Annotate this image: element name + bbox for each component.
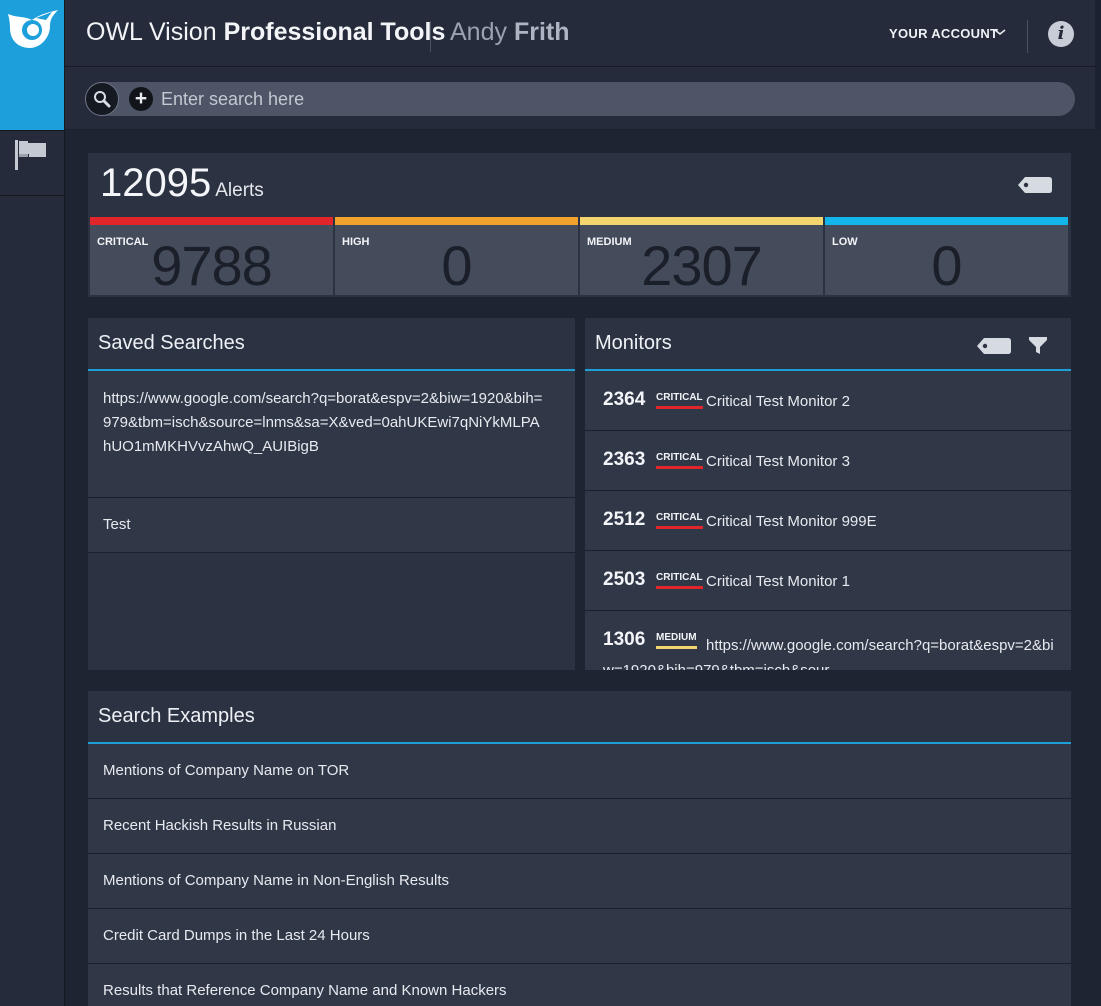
user-name: Andy Frith — [450, 18, 569, 47]
monitor-severity-badge: CRITICAL — [656, 452, 703, 469]
severity-bar — [580, 217, 823, 225]
panel-header: Saved Searches — [88, 318, 575, 371]
flag-icon[interactable] — [15, 140, 47, 175]
monitor-severity-badge: CRITICAL — [656, 572, 703, 589]
search-example-text: Mentions of Company Name on TOR — [103, 762, 350, 779]
saved-search-item[interactable]: Test — [88, 498, 575, 553]
rail-divider — [0, 130, 64, 131]
severity-count: 9788 — [151, 234, 273, 297]
severity-medium[interactable]: MEDIUM 2307 — [580, 217, 823, 297]
monitor-item[interactable]: 1306 MEDIUM https://www.google.com/searc… — [585, 611, 1071, 670]
search-button[interactable] — [85, 82, 119, 116]
top-header: OWL Vision Professional Tools Andy Frith… — [65, 0, 1095, 67]
saved-search-item[interactable]: https://www.google.com/search?q=borat&es… — [88, 371, 575, 498]
search-example-item[interactable]: Recent Hackish Results in Russian — [88, 799, 1071, 854]
add-icon[interactable]: + — [129, 87, 153, 111]
severity-bar — [825, 217, 1068, 225]
panel-title: Monitors — [595, 332, 672, 354]
search-example-item[interactable]: Mentions of Company Name in Non-English … — [88, 854, 1071, 909]
left-rail — [0, 0, 65, 1006]
panel-title: Saved Searches — [98, 332, 245, 354]
app-name-bold: Professional Tools — [223, 18, 446, 46]
app-title: OWL Vision Professional Tools — [86, 18, 445, 47]
search-bar: + — [85, 82, 1075, 116]
monitor-item[interactable]: 2512 CRITICAL Critical Test Monitor 999E — [585, 491, 1071, 551]
monitor-count: 2503 — [603, 569, 646, 590]
app-name-light: OWL Vision — [86, 18, 217, 46]
owl-icon — [8, 10, 58, 48]
severity-count: 2307 — [641, 234, 763, 297]
panel-header: Monitors — [585, 318, 1071, 371]
tag-icon[interactable] — [1018, 177, 1052, 193]
search-example-item[interactable]: Results that Reference Company Name and … — [88, 964, 1071, 1006]
saved-search-text: https://www.google.com/search?q=borat&es… — [103, 390, 543, 455]
user-last-name: Frith — [513, 18, 570, 46]
saved-search-text: Test — [103, 516, 131, 533]
search-examples-panel: Search Examples Mentions of Company Name… — [88, 691, 1071, 1006]
tag-icon[interactable] — [977, 338, 1011, 354]
severity-count: 0 — [931, 234, 962, 297]
chevron-down-icon[interactable] — [994, 27, 1006, 37]
header-divider — [430, 21, 431, 52]
search-input[interactable] — [161, 82, 1041, 116]
severity-count: 0 — [441, 234, 472, 297]
search-example-item[interactable]: Mentions of Company Name on TOR — [88, 744, 1071, 799]
severity-high[interactable]: HIGH 0 — [335, 217, 578, 297]
monitor-count: 2364 — [603, 389, 646, 410]
monitor-name: Critical Test Monitor 2 — [706, 393, 850, 410]
alerts-label: Alerts — [215, 180, 264, 201]
monitor-severity-badge: CRITICAL — [656, 392, 703, 409]
search-icon — [94, 91, 111, 108]
monitor-item[interactable]: 2363 CRITICAL Critical Test Monitor 3 — [585, 431, 1071, 491]
rail-divider — [0, 195, 64, 196]
info-icon[interactable]: i — [1048, 21, 1074, 47]
severity-bar — [90, 217, 333, 225]
search-example-text: Mentions of Company Name in Non-English … — [103, 872, 449, 889]
search-example-item[interactable]: Credit Card Dumps in the Last 24 Hours — [88, 909, 1071, 964]
alerts-total: 12095 Alerts — [100, 161, 264, 206]
monitor-name: https://www.google.com/search?q=borat&es… — [603, 637, 1054, 670]
monitors-panel: Monitors 2364 CRITICAL Critical Test Mon… — [585, 318, 1071, 670]
alerts-panel: 12095 Alerts CRITICAL 9788 HIGH 0 MEDIUM … — [88, 153, 1071, 297]
filter-icon[interactable] — [1029, 337, 1047, 355]
panel-title: Search Examples — [98, 705, 255, 727]
search-example-text: Results that Reference Company Name and … — [103, 982, 507, 999]
user-first-name: Andy — [450, 18, 507, 46]
monitor-item[interactable]: 2364 CRITICAL Critical Test Monitor 2 — [585, 371, 1071, 431]
monitor-severity-badge: CRITICAL — [656, 512, 703, 529]
panel-header: Search Examples — [88, 691, 1071, 744]
search-example-text: Credit Card Dumps in the Last 24 Hours — [103, 927, 370, 944]
monitor-name: Critical Test Monitor 1 — [706, 573, 850, 590]
owl-logo[interactable] — [0, 0, 64, 130]
search-row: + — [65, 67, 1095, 129]
severity-low[interactable]: LOW 0 — [825, 217, 1068, 297]
monitor-name: Critical Test Monitor 999E — [706, 513, 877, 530]
monitor-item[interactable]: 2503 CRITICAL Critical Test Monitor 1 — [585, 551, 1071, 611]
severity-bar — [335, 217, 578, 225]
account-menu-button[interactable]: YOUR ACCOUNT — [889, 26, 998, 41]
alerts-total-count: 12095 — [100, 161, 212, 205]
severity-critical[interactable]: CRITICAL 9788 — [90, 217, 333, 297]
header-divider — [1027, 20, 1028, 53]
monitor-name: Critical Test Monitor 3 — [706, 453, 850, 470]
search-example-text: Recent Hackish Results in Russian — [103, 817, 337, 834]
saved-searches-panel: Saved Searches https://www.google.com/se… — [88, 318, 575, 670]
monitor-count: 2512 — [603, 509, 646, 530]
monitor-count: 2363 — [603, 449, 646, 470]
